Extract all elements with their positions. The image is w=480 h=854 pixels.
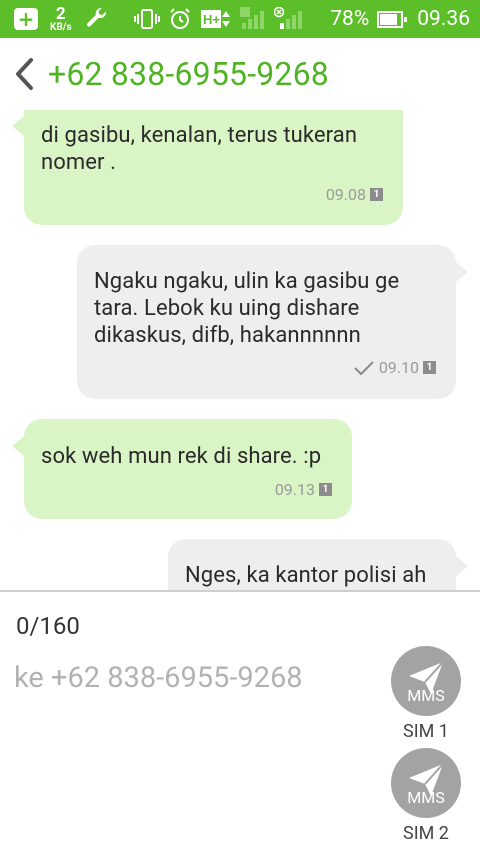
send-icon xyxy=(409,763,444,796)
alarm-icon xyxy=(170,8,190,29)
message-time: 09.08 xyxy=(325,185,366,204)
message-text-line: sok weh mun rek di share. :p xyxy=(41,444,322,469)
bubble-tail xyxy=(12,436,24,456)
sim-badge: 1 xyxy=(423,361,436,374)
bubble-tail xyxy=(456,556,468,576)
battery-percent: 78% xyxy=(330,7,370,31)
network-speed-unit: KB/s xyxy=(50,21,72,33)
bubble-tail xyxy=(12,116,24,136)
message-thread[interactable]: di gasibu, kenalan, terus tukeran nomer … xyxy=(0,110,480,590)
signal-sim2-icon xyxy=(274,7,302,29)
character-counter: 0/160 xyxy=(16,612,80,640)
send-icon xyxy=(409,661,444,694)
sim-badge: 1 xyxy=(319,483,332,496)
status-time: 09.36 xyxy=(417,7,470,31)
outgoing-message[interactable]: Ngaku ngaku, ulin ka gasibu ge tara. Leb… xyxy=(77,245,456,399)
chevron-left-icon xyxy=(16,58,33,90)
send-sim1-button[interactable]: MMS xyxy=(391,646,461,716)
message-text-line: nomer . xyxy=(41,150,117,175)
sim2-label: SIM 2 xyxy=(403,823,449,844)
mms-badge: MMS xyxy=(407,686,445,705)
delivered-check-icon xyxy=(354,360,374,375)
message-text-line: di gasibu, kenalan, terus tukeran xyxy=(41,123,358,148)
notification-plus-icon: + xyxy=(14,8,38,30)
message-time: 09.13 xyxy=(274,480,315,499)
incoming-message[interactable]: sok weh mun rek di share. :p 09.13 1 xyxy=(24,419,352,519)
send-sim2-button[interactable]: MMS xyxy=(391,748,461,818)
network-hplus-icon: H+ xyxy=(201,10,230,28)
sim-badge: 1 xyxy=(370,188,383,201)
incoming-message[interactable]: di gasibu, kenalan, terus tukeran nomer … xyxy=(24,110,403,225)
vibrate-icon xyxy=(134,9,160,29)
message-text-line: dikaskus, difb, hakannnnnn xyxy=(94,323,361,348)
send-sim2-group: MMS SIM 2 xyxy=(381,748,471,844)
conversation-header: +62 838-6955-9268 xyxy=(0,38,480,110)
mms-badge: MMS xyxy=(407,788,445,807)
svg-text:H+: H+ xyxy=(203,12,220,27)
network-speed-value: 2 xyxy=(55,3,66,24)
compose-area: 0/160 MMS SIM 1 MMS SIM 2 xyxy=(0,592,480,854)
send-sim1-group: MMS SIM 1 xyxy=(381,646,471,742)
message-text-line: tara. Lebok ku uing dishare xyxy=(94,296,360,321)
sim1-label: SIM 1 xyxy=(403,721,449,742)
back-button[interactable] xyxy=(2,46,46,102)
contact-title[interactable]: +62 838-6955-9268 xyxy=(48,55,329,93)
signal-sim1-icon xyxy=(240,7,264,29)
message-input[interactable] xyxy=(14,658,374,698)
battery-icon xyxy=(377,10,408,28)
wrench-icon xyxy=(86,7,106,27)
message-text-line: Nges, ka kantor polisi ah xyxy=(185,563,427,588)
bubble-tail xyxy=(456,262,468,282)
message-time: 09.10 xyxy=(378,358,419,377)
network-speed: 2 KB/s xyxy=(50,3,72,33)
outgoing-message[interactable]: Nges, ka kantor polisi ah xyxy=(168,539,456,590)
status-bar: + 2 KB/s H+ 78% 09.36 xyxy=(0,0,480,38)
message-text-line: Ngaku ngaku, ulin ka gasibu ge xyxy=(94,269,400,294)
